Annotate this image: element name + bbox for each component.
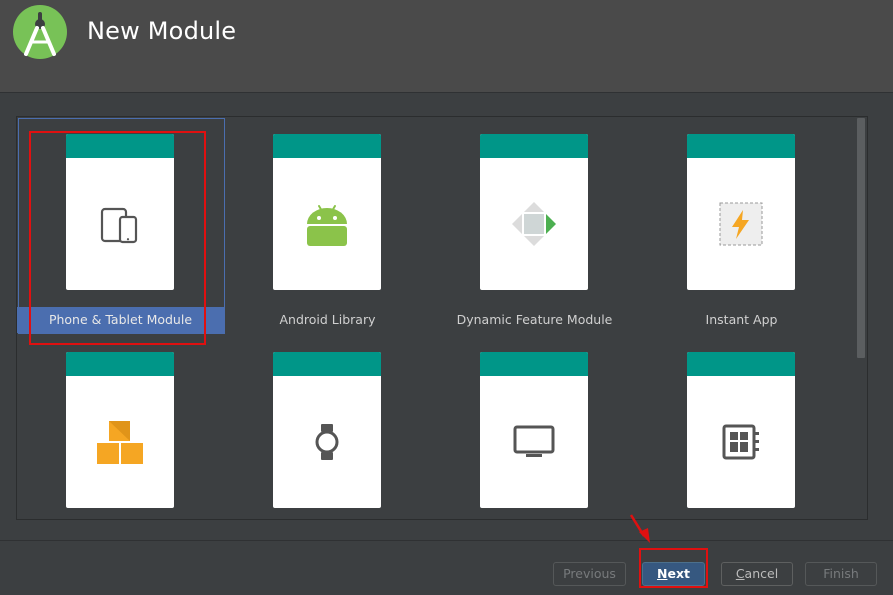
card-header-bar xyxy=(66,134,174,158)
template-card xyxy=(687,352,795,508)
template-card xyxy=(66,352,174,508)
template-card xyxy=(273,352,381,508)
cancel-button[interactable]: Cancel xyxy=(721,562,793,586)
tile-android-things-module[interactable] xyxy=(638,335,845,519)
android-studio-logo-icon xyxy=(13,5,67,59)
tile-android-library[interactable]: Android Library xyxy=(224,117,431,335)
wear-watch-icon xyxy=(315,424,339,460)
tile-label: Dynamic Feature Module xyxy=(456,312,613,327)
card-header-bar xyxy=(66,352,174,376)
tile-phone-tablet-module[interactable]: Phone & Tablet Module xyxy=(17,117,225,335)
tile-wear-os-module[interactable] xyxy=(224,335,431,519)
scrollbar-thumb[interactable] xyxy=(857,118,865,358)
card-header-bar xyxy=(273,352,381,376)
template-card xyxy=(687,134,795,290)
tile-label: Instant App xyxy=(705,312,778,327)
phone-tablet-icon xyxy=(100,207,138,244)
card-header-bar xyxy=(687,134,795,158)
tile-label: Phone & Tablet Module xyxy=(17,307,224,333)
tile-label: Android Library xyxy=(279,312,376,327)
card-header-bar xyxy=(273,134,381,158)
card-header-bar xyxy=(480,134,588,158)
module-template-gallery: Phone & Tablet Module Android Library Dy… xyxy=(16,116,868,520)
dialog-header: New Module xyxy=(0,0,893,93)
template-card xyxy=(480,352,588,508)
dynamic-feature-icon xyxy=(512,202,556,246)
dialog-title: New Module xyxy=(87,17,237,45)
tv-icon xyxy=(513,425,555,457)
template-card xyxy=(273,134,381,290)
card-header-bar xyxy=(687,352,795,376)
template-card xyxy=(66,134,174,290)
tile-dynamic-feature-module[interactable]: Dynamic Feature Module xyxy=(431,117,638,335)
tile-java-library[interactable] xyxy=(17,335,224,519)
gallery-scrollbar[interactable] xyxy=(857,118,867,518)
tile-android-tv-module[interactable] xyxy=(431,335,638,519)
things-board-icon xyxy=(722,424,759,460)
instant-app-icon xyxy=(719,202,763,246)
previous-button[interactable]: Previous xyxy=(553,562,626,586)
template-card xyxy=(480,134,588,290)
java-library-blocks-icon xyxy=(97,421,143,464)
tile-instant-app[interactable]: Instant App xyxy=(638,117,845,335)
android-robot-icon xyxy=(307,205,347,246)
next-button[interactable]: Next xyxy=(642,562,705,586)
finish-button[interactable]: Finish xyxy=(805,562,877,586)
card-header-bar xyxy=(480,352,588,376)
